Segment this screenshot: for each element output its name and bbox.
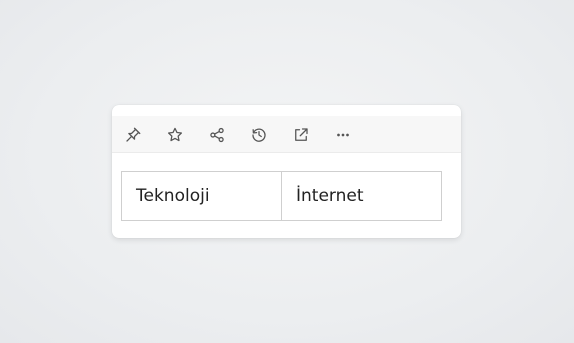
- tag-list: Teknoloji İnternet: [121, 171, 442, 221]
- star-icon[interactable]: [163, 123, 187, 147]
- pin-icon[interactable]: [121, 123, 145, 147]
- share-icon[interactable]: [205, 123, 229, 147]
- popup-card: Teknoloji İnternet: [112, 105, 461, 238]
- tag-internet[interactable]: İnternet: [281, 172, 441, 220]
- tag-teknoloji[interactable]: Teknoloji: [122, 172, 281, 220]
- more-icon[interactable]: [331, 123, 355, 147]
- history-icon[interactable]: [247, 123, 271, 147]
- external-link-icon[interactable]: [289, 123, 313, 147]
- toolbar: [112, 116, 461, 153]
